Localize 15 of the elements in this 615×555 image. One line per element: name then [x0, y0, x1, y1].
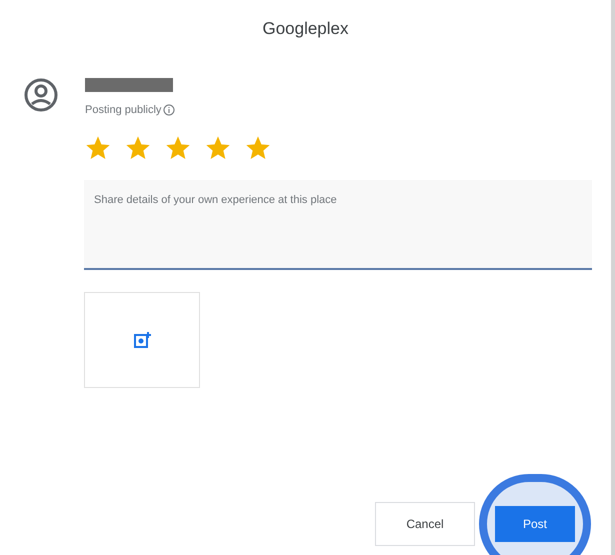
add-photo-icon: [133, 331, 151, 349]
dialog-title: Googleplex: [262, 18, 348, 40]
add-photo-tile[interactable]: [84, 292, 200, 388]
star-icon[interactable]: [204, 134, 232, 162]
star-icon[interactable]: [84, 134, 112, 162]
star-icon[interactable]: [124, 134, 152, 162]
post-button[interactable]: Post: [495, 506, 575, 542]
star-icon[interactable]: [244, 134, 272, 162]
cancel-button[interactable]: Cancel: [375, 502, 475, 546]
star-rating[interactable]: [84, 134, 272, 162]
review-field[interactable]: Share details of your own experience at this place: [84, 180, 592, 270]
info-icon[interactable]: [163, 104, 176, 116]
star-icon[interactable]: [164, 134, 192, 162]
visibility-label: Posting publicly: [85, 102, 162, 118]
avatar-icon: [24, 78, 58, 112]
